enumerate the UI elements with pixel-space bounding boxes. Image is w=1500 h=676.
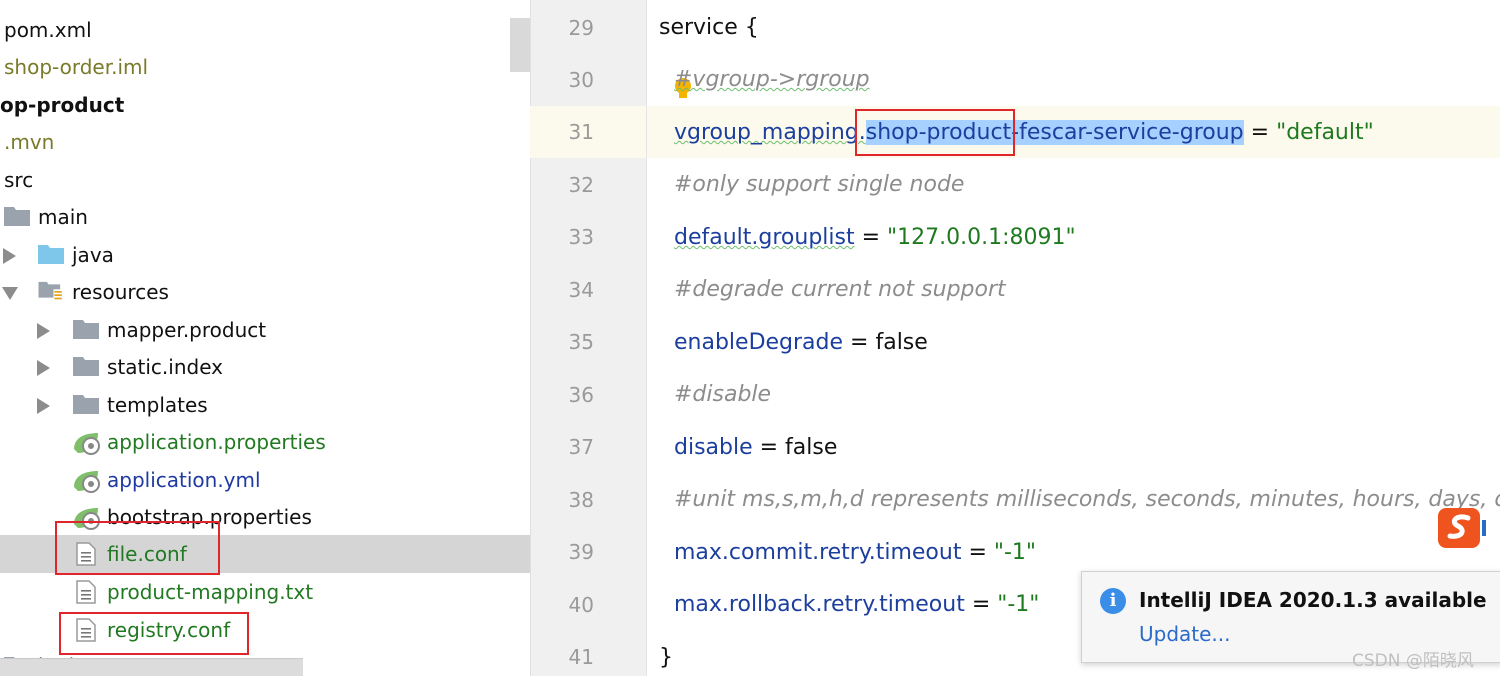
update-link[interactable]: Update... bbox=[1139, 622, 1231, 646]
tree-item-src[interactable]: src bbox=[0, 161, 530, 199]
folder-icon bbox=[4, 207, 30, 226]
watermark: CSDN @陌晓风 bbox=[1352, 651, 1474, 671]
code-line-35: enableDegrade = false bbox=[674, 330, 928, 355]
code-line-32: #only support single node bbox=[674, 172, 965, 197]
property-key: enableDegrade bbox=[674, 330, 844, 355]
assign-operator: = bbox=[854, 225, 888, 250]
string-value: "default" bbox=[1276, 120, 1374, 145]
assign-value: = false bbox=[752, 435, 838, 460]
code-line-39: max.commit.retry.timeout = "-1" bbox=[674, 540, 1036, 565]
tree-vertical-scrollbar[interactable] bbox=[510, 18, 530, 72]
tree-item-application-properties[interactable]: application.properties bbox=[0, 423, 530, 461]
tree-item-label: static.index bbox=[107, 355, 223, 379]
code-line-40: max.rollback.retry.timeout = "-1" bbox=[674, 592, 1039, 617]
line-number: 29 bbox=[568, 16, 594, 40]
tree-item-static-index[interactable]: static.index bbox=[0, 348, 530, 386]
property-key: max.rollback.retry.timeout bbox=[674, 592, 965, 617]
line-number: 38 bbox=[568, 488, 594, 512]
tree-item-label: .mvn bbox=[4, 130, 55, 154]
annotation-box-shop-product bbox=[855, 109, 1015, 156]
tree-item-label: mapper.product bbox=[107, 318, 267, 342]
code-line-31: vgroup_mapping.shop-product-fescar-servi… bbox=[674, 120, 1374, 145]
line-number: 39 bbox=[568, 540, 594, 564]
tree-item-templates[interactable]: templates bbox=[0, 386, 530, 424]
selected-key-rest: fescar-service-group bbox=[1019, 120, 1244, 145]
tree-item-shop-product[interactable]: op-product bbox=[0, 86, 530, 124]
tree-item-label: product-mapping.txt bbox=[107, 580, 314, 604]
folder-icon bbox=[73, 395, 99, 414]
text-file-icon bbox=[76, 580, 96, 604]
line-number: 33 bbox=[568, 225, 594, 249]
line-number: 34 bbox=[568, 278, 594, 302]
line-number: 35 bbox=[568, 330, 594, 354]
tree-horizontal-scrollbar[interactable] bbox=[0, 658, 303, 676]
tree-item-main[interactable]: main bbox=[0, 198, 530, 236]
string-value: "-1" bbox=[997, 592, 1040, 617]
tree-item-label: templates bbox=[107, 393, 208, 417]
tree-item-label: main bbox=[38, 205, 88, 229]
annotation-box-file-conf bbox=[55, 521, 220, 575]
tree-item-label: op-product bbox=[0, 93, 125, 117]
tree-item-product-mapping-txt[interactable]: product-mapping.txt bbox=[0, 573, 530, 611]
spring-config-icon bbox=[74, 433, 100, 455]
tree-item-label: application.yml bbox=[107, 468, 261, 492]
tree-item-mapper-product[interactable]: mapper.product bbox=[0, 311, 530, 349]
code-line-41: } bbox=[659, 645, 673, 670]
chevron-right-icon[interactable] bbox=[3, 248, 16, 264]
line-number: 32 bbox=[568, 173, 594, 197]
chevron-right-icon[interactable] bbox=[37, 323, 50, 339]
tree-item-label: shop-order.iml bbox=[4, 55, 149, 79]
line-number: 41 bbox=[568, 645, 594, 669]
code-line-29: service { bbox=[659, 15, 759, 40]
code-line-37: disable = false bbox=[674, 435, 837, 460]
code-line-38: #unit ms,s,m,h,d represents milliseconds… bbox=[674, 487, 1500, 512]
comment-text: #vgroup->rgroup bbox=[674, 67, 870, 92]
tree-item-label: application.properties bbox=[107, 430, 326, 454]
tree-item-label: resources bbox=[72, 280, 169, 304]
assign-value: = false bbox=[843, 330, 928, 355]
string-value: "127.0.0.1:8091" bbox=[887, 225, 1076, 250]
code-line-36: #disable bbox=[674, 382, 772, 407]
tree-item-resources[interactable]: resources bbox=[0, 273, 530, 311]
property-key: disable bbox=[674, 435, 753, 460]
tree-item-shop-order-iml[interactable]: shop-order.iml bbox=[0, 48, 530, 86]
property-key: default.grouplist bbox=[674, 225, 855, 250]
gutter-divider bbox=[646, 0, 647, 676]
info-icon: i bbox=[1100, 588, 1126, 614]
line-number: 31 bbox=[568, 120, 594, 144]
chevron-down-icon[interactable] bbox=[2, 287, 18, 300]
line-number: 36 bbox=[568, 383, 594, 407]
folder-icon bbox=[73, 357, 99, 376]
annotation-box-registry-conf bbox=[59, 612, 249, 655]
tree-item-label: src bbox=[4, 168, 34, 192]
resources-folder-icon bbox=[38, 281, 63, 301]
project-tree: pom.xml shop-order.iml op-product .mvn s… bbox=[0, 0, 530, 676]
chevron-right-icon[interactable] bbox=[37, 398, 50, 414]
chevron-right-icon[interactable] bbox=[37, 360, 50, 376]
line-number: 37 bbox=[568, 435, 594, 459]
code-line-33: default.grouplist = "127.0.0.1:8091" bbox=[674, 225, 1076, 250]
ime-logo-icon[interactable] bbox=[1436, 506, 1486, 550]
tree-item-pom-xml[interactable]: pom.xml bbox=[0, 11, 530, 49]
folder-icon bbox=[73, 320, 99, 339]
tree-item-java[interactable]: java bbox=[0, 236, 530, 274]
property-key: max.commit.retry.timeout bbox=[674, 540, 962, 565]
code-line-30: #vgroup->rgroup bbox=[674, 67, 870, 92]
tree-item-application-yml[interactable]: application.yml bbox=[0, 461, 530, 499]
code-line-34: #degrade current not support bbox=[674, 277, 1006, 302]
notification-title: IntelliJ IDEA 2020.1.3 available bbox=[1139, 588, 1487, 612]
tree-item-label: java bbox=[72, 243, 114, 267]
line-number: 30 bbox=[568, 68, 594, 92]
tree-item-mvn[interactable]: .mvn bbox=[0, 123, 530, 161]
string-value: "-1" bbox=[993, 540, 1037, 565]
assign-operator: = bbox=[964, 592, 998, 617]
source-folder-icon bbox=[38, 245, 64, 264]
spring-config-icon bbox=[74, 471, 100, 493]
tree-item-label: pom.xml bbox=[4, 18, 92, 42]
assign-operator: = bbox=[961, 540, 994, 565]
assign-operator: = bbox=[1243, 120, 1277, 145]
property-key-prefix: vgroup_mapping. bbox=[674, 120, 866, 145]
line-number: 40 bbox=[568, 593, 594, 617]
